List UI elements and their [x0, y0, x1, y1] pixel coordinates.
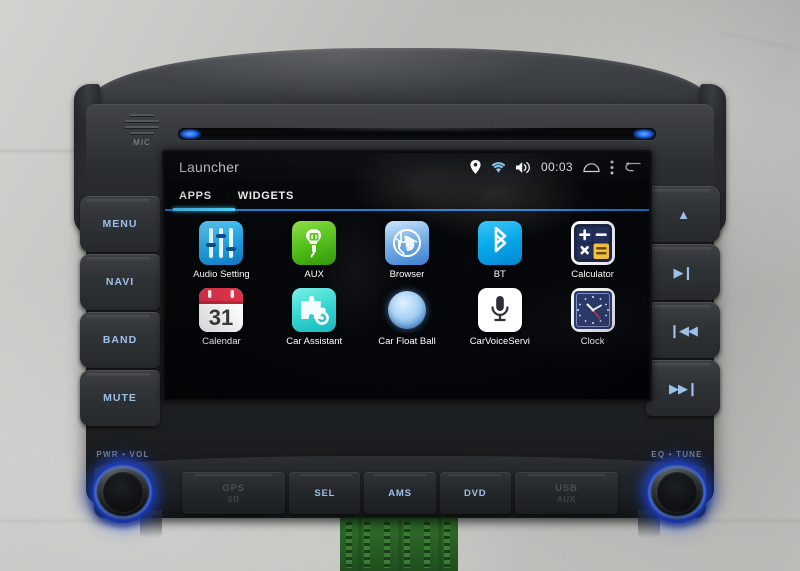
dvd-button[interactable]: DVD: [439, 472, 511, 514]
gps-sd-label: GPS: [222, 482, 245, 494]
car-float-ball-icon: [385, 288, 429, 332]
app-browser[interactable]: Browser: [361, 221, 454, 280]
lcd-bezel: Launcher 00:03 APPS WIDGETS Audio Settin…: [162, 150, 652, 402]
sel-button[interactable]: SEL: [289, 472, 361, 514]
overflow-menu-icon[interactable]: [610, 160, 614, 175]
browser-icon: [384, 221, 429, 265]
band-button[interactable]: BAND: [80, 312, 160, 368]
app-grid: Audio Setting AUX Browser BT Calculator …: [165, 211, 649, 347]
left-button-column: MENU NAVI BAND MUTE: [80, 196, 160, 426]
play-pause-icon: ▶❙: [673, 264, 694, 280]
gps-sd-slot[interactable]: GPS SD: [182, 472, 286, 514]
microphone-area: MIC: [110, 114, 174, 147]
slot-led-left-icon: [179, 129, 201, 139]
tab-apps[interactable]: APPS: [179, 190, 212, 202]
power-volume-knob-label: PWR • VOL: [96, 450, 150, 459]
slot-highlight: [273, 123, 561, 132]
status-bar: Launcher 00:03: [165, 153, 649, 181]
power-volume-knob[interactable]: PWR • VOL: [84, 450, 162, 523]
bottom-button-row: GPS SD SEL AMS DVD USB AUX: [182, 472, 618, 514]
status-icon-tray: 00:03: [470, 160, 641, 175]
navi-button-label: NAVI: [105, 276, 135, 288]
eq-tune-knob-dial[interactable]: [646, 461, 708, 523]
previous-track-icon: ❙◀◀: [669, 322, 698, 338]
slot-led-right-icon: [633, 129, 655, 139]
app-label: BT: [493, 269, 506, 280]
app-label: CarVoiceServi: [469, 336, 530, 347]
audio-setting-icon: [199, 221, 244, 265]
app-label: Car Float Ball: [378, 336, 436, 347]
clock-icon: [570, 288, 615, 332]
app-label: AUX: [304, 269, 324, 280]
app-label: Browser: [389, 269, 425, 280]
eject-button[interactable]: ▲: [646, 186, 720, 242]
usb-aux-label: USB: [555, 482, 578, 494]
foam-seam: [720, 31, 800, 51]
mic-grille-icon: [125, 114, 159, 134]
page-title: Launcher: [179, 159, 239, 175]
calculator-icon: [570, 221, 615, 265]
app-label: Car Assistant: [286, 336, 343, 347]
wifi-icon: [491, 161, 506, 173]
previous-track-button[interactable]: ❙◀◀: [646, 302, 720, 358]
tab-bar: APPS WIDGETS: [165, 181, 649, 211]
play-pause-button[interactable]: ▶❙: [646, 244, 720, 300]
app-calculator[interactable]: Calculator: [546, 221, 639, 280]
app-label: Calculator: [571, 269, 614, 280]
calendar-icon: 31: [199, 288, 244, 332]
tab-widgets[interactable]: WIDGETS: [238, 190, 294, 202]
app-car-assistant[interactable]: Car Assistant: [268, 288, 361, 347]
back-icon[interactable]: [624, 161, 641, 173]
usb-aux-sublabel: AUX: [557, 494, 576, 504]
next-track-icon: ▶▶❙: [669, 380, 698, 396]
mute-button[interactable]: MUTE: [80, 370, 160, 426]
power-volume-knob-dial[interactable]: [92, 461, 154, 523]
mute-button-label: MUTE: [103, 392, 137, 404]
knob-led-ring-icon: [94, 465, 152, 519]
front-face-panel: MIC MENU NAVI BAND MUTE ▲ ▶❙ ❙◀◀ ▶▶❙ Lau…: [80, 104, 720, 504]
app-label: Clock: [580, 336, 605, 347]
eq-tune-knob-label: EQ • TUNE: [651, 450, 703, 459]
usb-aux-slot[interactable]: USB AUX: [514, 472, 618, 514]
bluetooth-icon: [477, 221, 522, 265]
app-bluetooth[interactable]: BT: [453, 221, 546, 280]
knob-led-ring-icon: [648, 465, 706, 519]
eject-icon: ▲: [677, 206, 690, 222]
navi-button[interactable]: NAVI: [80, 254, 160, 310]
svg-text:31: 31: [209, 305, 233, 330]
cd-disc-slot[interactable]: [178, 123, 656, 140]
menu-button[interactable]: MENU: [80, 196, 160, 252]
volume-icon: [515, 161, 531, 174]
sel-button-label: SEL: [314, 487, 336, 499]
ams-button-label: AMS: [388, 487, 412, 499]
eq-tune-knob[interactable]: EQ • TUNE: [638, 450, 716, 523]
next-track-button[interactable]: ▶▶❙: [646, 360, 720, 416]
car-head-unit: MIC MENU NAVI BAND MUTE ▲ ▶❙ ❙◀◀ ▶▶❙ Lau…: [74, 48, 726, 538]
menu-button-label: MENU: [102, 218, 138, 230]
band-button-label: BAND: [102, 334, 138, 346]
aux-icon: [292, 221, 337, 265]
app-calendar[interactable]: 31 Calendar: [175, 288, 268, 347]
location-pin-icon: [470, 160, 481, 174]
app-audio-setting[interactable]: Audio Setting: [175, 221, 268, 280]
status-clock: 00:03: [540, 160, 573, 174]
car-assistant-icon: [292, 288, 337, 332]
mic-label: MIC: [133, 138, 151, 147]
app-clock[interactable]: Clock: [546, 288, 639, 347]
bottom-control-bar: PWR • VOL GPS SD SEL AMS DVD USB AUX EQ …: [78, 450, 722, 538]
app-car-voice-service[interactable]: CarVoiceServi: [453, 288, 546, 347]
app-label: Audio Setting: [193, 269, 250, 280]
app-aux[interactable]: AUX: [268, 221, 361, 280]
app-label: Calendar: [202, 336, 241, 347]
car-voice-service-icon: [477, 288, 522, 332]
gps-sd-sublabel: SD: [227, 494, 240, 504]
right-button-column: ▲ ▶❙ ❙◀◀ ▶▶❙: [646, 186, 720, 416]
touchscreen[interactable]: Launcher 00:03 APPS WIDGETS Audio Settin…: [165, 153, 649, 399]
home-icon[interactable]: [583, 162, 600, 173]
app-car-float-ball[interactable]: Car Float Ball: [361, 288, 454, 347]
ams-button[interactable]: AMS: [364, 472, 436, 514]
dvd-button-label: DVD: [463, 487, 487, 499]
